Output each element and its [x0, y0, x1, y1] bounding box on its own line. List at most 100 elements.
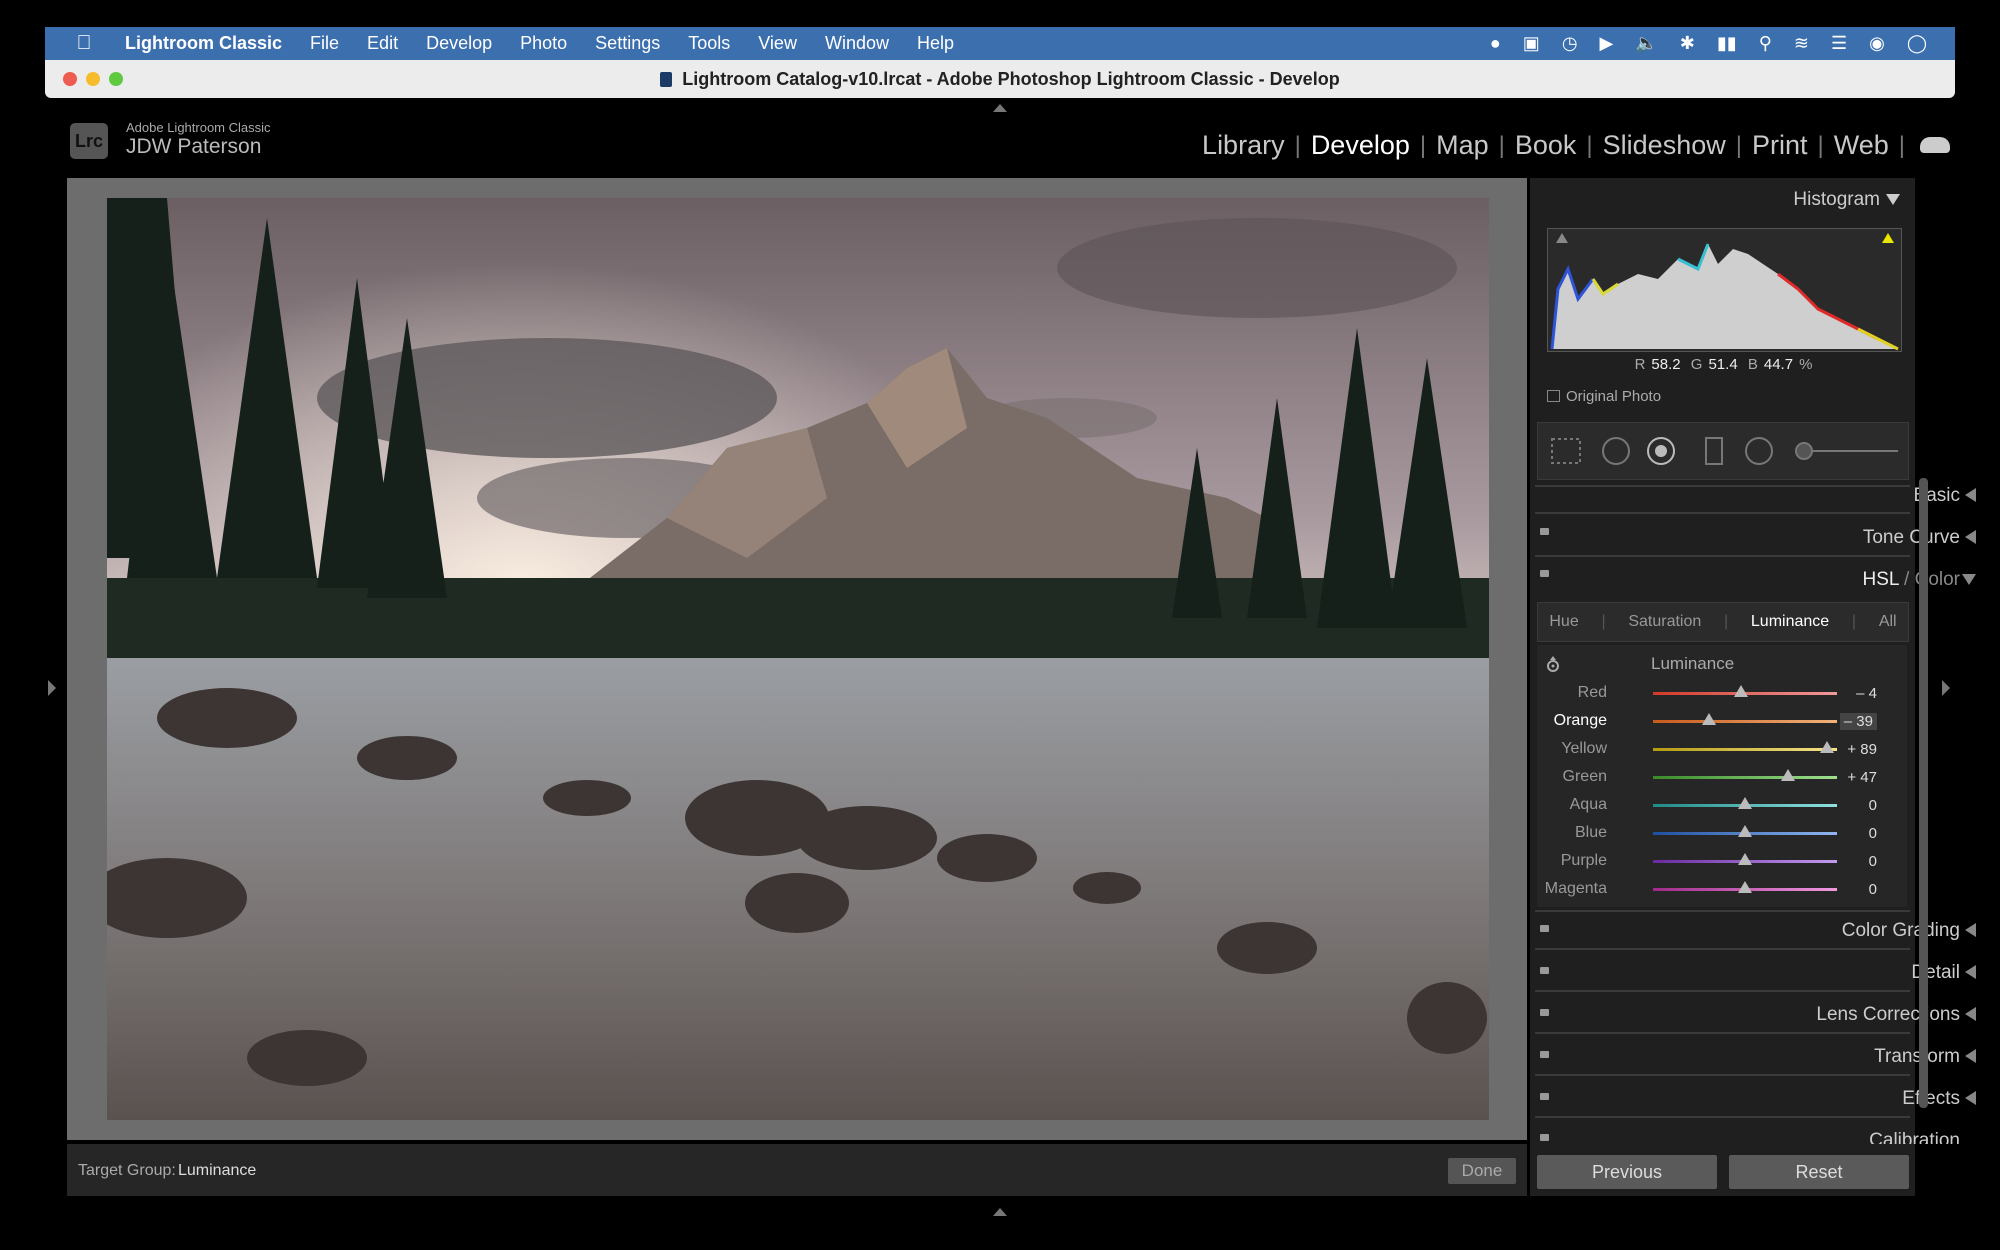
slider-track-orange[interactable] — [1653, 720, 1837, 723]
reset-button[interactable]: Reset — [1729, 1155, 1909, 1189]
slider-value-aqua[interactable]: 0 — [1869, 797, 1877, 814]
color-grading-switch[interactable] — [1540, 925, 1549, 932]
histogram — [1547, 228, 1902, 352]
app-status-icon[interactable]: ▣ — [1523, 33, 1540, 54]
shield-icon[interactable]: ● — [1490, 33, 1501, 54]
tab-hue[interactable]: Hue — [1549, 613, 1578, 631]
menu-window[interactable]: Window — [825, 33, 889, 54]
module-slideshow[interactable]: Slideshow — [1593, 130, 1736, 161]
module-print[interactable]: Print — [1742, 130, 1818, 161]
apple-icon[interactable]:  — [73, 32, 95, 55]
lens-corrections-switch[interactable] — [1540, 1009, 1549, 1016]
calibration-header[interactable]: Calibration — [1869, 1130, 1960, 1144]
slider-label-red: Red — [1577, 684, 1607, 701]
slider-thumb-purple[interactable] — [1738, 853, 1752, 865]
module-web[interactable]: Web — [1824, 130, 1899, 161]
tab-all[interactable]: All — [1879, 613, 1897, 631]
slider-row-magenta: Magenta 0 — [1537, 876, 1907, 904]
previous-button[interactable]: Previous — [1537, 1155, 1717, 1189]
effects-header[interactable]: Effects — [1902, 1088, 1960, 1110]
tab-saturation[interactable]: Saturation — [1628, 613, 1701, 631]
landscape-photo[interactable] — [107, 198, 1489, 1120]
expand-left-panel-icon[interactable] — [48, 680, 56, 696]
cloud-icon[interactable] — [1920, 137, 1950, 153]
target-group-label: Target Group: — [78, 1162, 176, 1179]
siri-icon[interactable]: ◉ — [1869, 33, 1885, 54]
slider-value-magenta[interactable]: 0 — [1869, 881, 1877, 898]
slider-label-purple: Purple — [1560, 852, 1607, 869]
slider-label-aqua: Aqua — [1569, 796, 1607, 813]
slider-value-purple[interactable]: 0 — [1869, 853, 1877, 870]
calibration-switch[interactable] — [1540, 1134, 1549, 1141]
slider-value-blue[interactable]: 0 — [1869, 825, 1877, 842]
target-group-select[interactable]: Luminance — [178, 1162, 256, 1180]
done-button[interactable]: Done — [1448, 1158, 1516, 1184]
transform-expand-icon[interactable] — [1965, 1049, 1976, 1063]
tone-curve-switch[interactable] — [1540, 528, 1549, 535]
basic-expand-icon[interactable] — [1965, 488, 1976, 502]
tone-curve-header[interactable]: Tone Curve — [1863, 527, 1960, 549]
slider-thumb-red[interactable] — [1734, 685, 1749, 697]
target-adjustment-icon[interactable] — [1546, 656, 1560, 674]
tab-luminance[interactable]: Luminance — [1751, 613, 1829, 631]
search-icon[interactable]: ⚲ — [1759, 33, 1772, 54]
slider-thumb-green[interactable] — [1781, 769, 1796, 781]
menu-view[interactable]: View — [758, 33, 797, 54]
volume-icon[interactable]: 🔈 — [1635, 33, 1657, 54]
slider-thumb-blue[interactable] — [1738, 825, 1752, 837]
lens-corrections-expand-icon[interactable] — [1965, 1007, 1976, 1021]
detail-expand-icon[interactable] — [1965, 965, 1976, 979]
slider-thumb-aqua[interactable] — [1738, 797, 1752, 809]
module-develop[interactable]: Develop — [1301, 130, 1420, 161]
menu-develop[interactable]: Develop — [426, 33, 492, 54]
expand-filmstrip-icon[interactable] — [993, 1208, 1007, 1216]
slider-thumb-yellow[interactable] — [1819, 741, 1834, 753]
slider-value-green[interactable]: + 47 — [1847, 769, 1877, 786]
menu-settings[interactable]: Settings — [595, 33, 660, 54]
detail-switch[interactable] — [1540, 967, 1549, 974]
effects-switch[interactable] — [1540, 1093, 1549, 1100]
control-center-icon[interactable]: ☰ — [1831, 33, 1847, 54]
slider-thumb-magenta[interactable] — [1738, 881, 1752, 893]
hsl-header-label[interactable]: HSL — [1862, 569, 1898, 590]
slider-value-red[interactable]: – 4 — [1856, 685, 1877, 702]
original-photo-toggle[interactable]: Original Photo — [1547, 388, 1661, 405]
menu-file[interactable]: File — [310, 33, 339, 54]
hsl-switch[interactable] — [1540, 570, 1549, 577]
color-grading-expand-icon[interactable] — [1965, 923, 1976, 937]
slider-label-magenta: Magenta — [1544, 880, 1607, 897]
time-machine-icon[interactable]: ◷ — [1562, 33, 1578, 54]
collapse-right-panel-icon[interactable] — [1942, 680, 1950, 696]
menu-tools[interactable]: Tools — [688, 33, 730, 54]
module-map[interactable]: Map — [1426, 130, 1499, 161]
histogram-collapse-icon[interactable] — [1886, 194, 1900, 205]
wifi-icon[interactable]: ≋ — [1794, 33, 1809, 54]
menu-app-name[interactable]: Lightroom Classic — [125, 33, 282, 54]
bluetooth-icon[interactable]: ✱ — [1680, 33, 1695, 54]
menu-photo[interactable]: Photo — [520, 33, 567, 54]
slider-track-green[interactable] — [1653, 776, 1837, 779]
panel-scrollbar[interactable] — [1919, 478, 1928, 1108]
play-icon[interactable]: ▶ — [1600, 33, 1614, 54]
hsl-collapse-icon[interactable] — [1962, 574, 1976, 585]
transform-header[interactable]: Transform — [1874, 1046, 1960, 1068]
module-book[interactable]: Book — [1505, 130, 1587, 161]
hsl-color-header[interactable]: HSL / Color — [1862, 569, 1960, 591]
menu-help[interactable]: Help — [917, 33, 954, 54]
histogram-title[interactable]: Histogram — [1793, 189, 1880, 211]
collapse-top-panel-icon[interactable] — [993, 104, 1007, 112]
slider-value-yellow[interactable]: + 89 — [1847, 741, 1877, 758]
lens-corrections-header[interactable]: Lens Corrections — [1816, 1004, 1960, 1026]
effects-expand-icon[interactable] — [1965, 1091, 1976, 1105]
battery-icon[interactable]: ▮▮ — [1717, 33, 1737, 54]
tone-curve-expand-icon[interactable] — [1965, 530, 1976, 544]
slider-value-orange[interactable]: – 39 — [1839, 713, 1877, 730]
original-photo-checkbox[interactable] — [1547, 390, 1560, 402]
slider-thumb-orange[interactable] — [1702, 713, 1717, 725]
menu-edit[interactable]: Edit — [367, 33, 398, 54]
clock-icon[interactable]: ◯ — [1907, 33, 1927, 54]
slider-track-yellow[interactable] — [1653, 748, 1837, 751]
transform-switch[interactable] — [1540, 1051, 1549, 1058]
color-grading-header[interactable]: Color Grading — [1842, 920, 1960, 942]
module-library[interactable]: Library — [1192, 130, 1295, 161]
